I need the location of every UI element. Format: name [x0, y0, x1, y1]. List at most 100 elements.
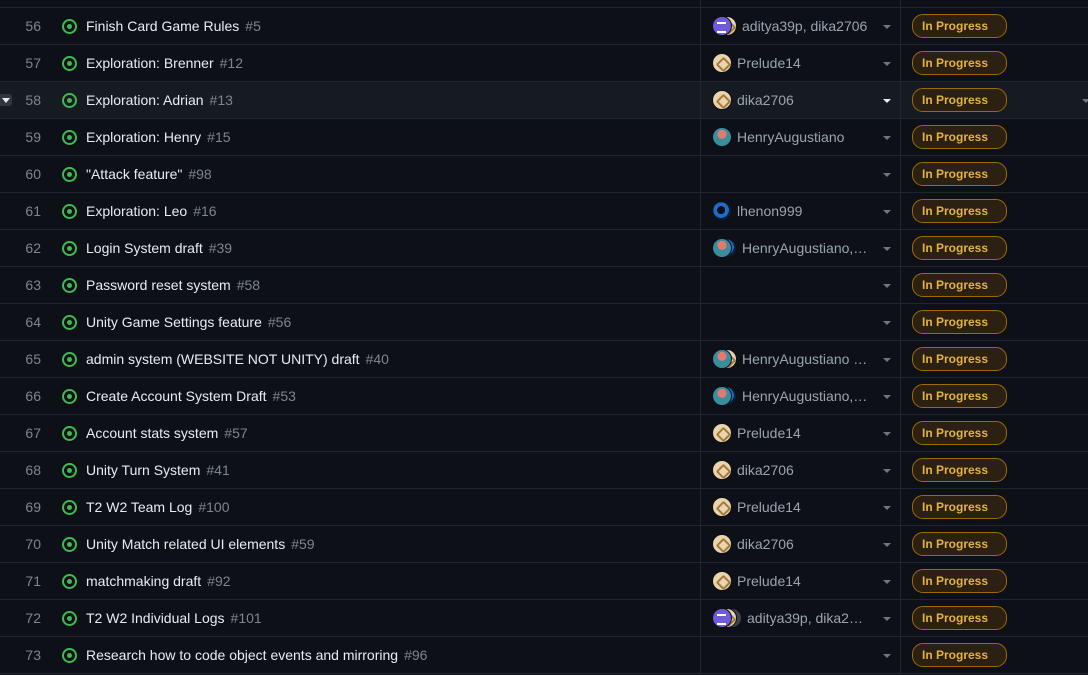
issue-title[interactable]: Unity Match related UI elements #59 [86, 526, 315, 562]
issue-title[interactable]: Exploration: Brenner #12 [86, 45, 243, 81]
status-badge[interactable]: In Progress [912, 14, 1007, 38]
chevron-down-icon[interactable] [883, 62, 891, 66]
assignees-cell[interactable]: Prelude14 [712, 489, 891, 525]
chevron-down-icon[interactable] [883, 210, 891, 214]
table-row[interactable]: 58 Exploration: Adrian #13 dika2706 In Progr… [0, 82, 1088, 119]
table-row[interactable]: 55 [0, 0, 1088, 8]
issue-title[interactable]: Research how to code object events and m… [86, 637, 427, 673]
chevron-down-icon[interactable] [883, 284, 891, 288]
table-row[interactable]: 68 Unity Turn System #41 dika2706 In Progres… [0, 452, 1088, 489]
issue-title-text[interactable]: Unity Match related UI elements [86, 536, 285, 552]
table-row[interactable]: 69 T2 W2 Team Log #100 Prelude14 In Progress [0, 489, 1088, 526]
status-badge[interactable]: In Progress [912, 199, 1007, 223]
assignees-cell[interactable] [712, 637, 891, 673]
issue-title-text[interactable]: Exploration: Leo [86, 203, 187, 219]
issue-title[interactable]: "Attack feature" #98 [86, 156, 212, 192]
assignees-cell[interactable]: aditya39p, dika2706 [712, 8, 891, 44]
status-badge[interactable]: In Progress [912, 458, 1007, 482]
chevron-down-icon[interactable] [883, 654, 891, 658]
status-badge[interactable]: In Progress [912, 51, 1007, 75]
issue-title-text[interactable]: Exploration: Henry [86, 129, 201, 145]
issue-title-text[interactable]: T2 W2 Individual Logs [86, 610, 225, 626]
issue-title[interactable]: Exploration: Adrian #13 [86, 82, 233, 118]
status-badge[interactable]: In Progress [912, 310, 1007, 334]
table-row[interactable]: 72 T2 W2 Individual Logs #101 aditya39p, di… [0, 600, 1088, 637]
issue-title[interactable]: Finish Card Game Rules #5 [86, 8, 261, 44]
issue-title-text[interactable]: Unity Game Settings feature [86, 314, 262, 330]
issue-title[interactable]: admin system (WEBSITE NOT UNITY) draft #4… [86, 341, 389, 377]
status-badge[interactable]: In Progress [912, 236, 1007, 260]
assignees-cell[interactable]: HenryAugustiano, lhenon999 [712, 230, 891, 266]
status-badge[interactable]: In Progress [912, 532, 1007, 556]
assignees-cell[interactable]: aditya39p, dika2706, Prelude14 [712, 600, 891, 636]
status-badge[interactable]: In Progress [912, 273, 1007, 297]
issue-title[interactable]: matchmaking draft #92 [86, 563, 231, 599]
issue-title-text[interactable]: Unity Turn System [86, 462, 200, 478]
assignees-cell[interactable]: Prelude14 [712, 45, 891, 81]
issue-title-text[interactable]: Finish Card Game Rules [86, 18, 239, 34]
issue-title-text[interactable]: Research how to code object events and m… [86, 647, 398, 663]
status-badge[interactable]: In Progress [912, 643, 1007, 667]
chevron-down-icon[interactable] [883, 358, 891, 362]
issue-title[interactable]: T2 W2 Team Log #100 [86, 489, 230, 525]
table-row[interactable]: 62 Login System draft #39 HenryAugustiano, … [0, 230, 1088, 267]
status-badge[interactable]: In Progress [912, 569, 1007, 593]
table-row[interactable]: 57 Exploration: Brenner #12 Prelude14 In Pro… [0, 45, 1088, 82]
status-badge[interactable]: In Progress [912, 347, 1007, 371]
chevron-down-icon[interactable] [883, 321, 891, 325]
status-badge[interactable]: In Progress [912, 88, 1007, 112]
status-badge[interactable]: In Progress [912, 495, 1007, 519]
issue-title-text[interactable]: admin system (WEBSITE NOT UNITY) draft [86, 351, 360, 367]
issue-title[interactable]: T2 W2 Individual Logs #101 [86, 600, 262, 636]
assignees-cell[interactable]: dika2706 [712, 526, 891, 562]
table-row[interactable]: 61 Exploration: Leo #16 lhenon999 In Progres… [0, 193, 1088, 230]
status-badge[interactable]: In Progress [912, 421, 1007, 445]
issue-title[interactable]: Unity Game Settings feature #56 [86, 304, 291, 340]
chevron-down-icon[interactable] [883, 506, 891, 510]
table-row[interactable]: 64 Unity Game Settings feature #56 In Progr… [0, 304, 1088, 341]
status-badge[interactable]: In Progress [912, 162, 1007, 186]
issue-title-text[interactable]: Exploration: Adrian [86, 92, 204, 108]
status-badge[interactable]: In Progress [912, 384, 1007, 408]
assignees-cell[interactable]: Prelude14 [712, 415, 891, 451]
chevron-down-icon[interactable] [883, 99, 891, 103]
chevron-down-icon[interactable] [883, 580, 891, 584]
status-badge[interactable]: In Progress [912, 125, 1007, 149]
chevron-down-icon[interactable] [883, 136, 891, 140]
issue-title-text[interactable]: Create Account System Draft [86, 388, 267, 404]
issue-title[interactable]: Password reset system #58 [86, 267, 260, 303]
issue-title[interactable]: Unity Turn System #41 [86, 452, 230, 488]
table-row[interactable]: 70 Unity Match related UI elements #59 dika… [0, 526, 1088, 563]
table-row[interactable]: 65 admin system (WEBSITE NOT UNITY) draft… [0, 341, 1088, 378]
table-row[interactable]: 60 "Attack feature" #98 In Progress [0, 156, 1088, 193]
issue-title[interactable]: Create Account System Draft #53 [86, 378, 296, 414]
chevron-down-icon[interactable] [883, 543, 891, 547]
issue-title-text[interactable]: T2 W2 Team Log [86, 499, 192, 515]
issue-title-text[interactable]: Password reset system [86, 277, 231, 293]
issue-title-text[interactable]: matchmaking draft [86, 573, 201, 589]
chevron-down-icon[interactable] [883, 395, 891, 399]
chevron-down-icon[interactable] [883, 25, 891, 29]
issue-title-text[interactable]: Account stats system [86, 425, 218, 441]
table-row[interactable]: 66 Create Account System Draft #53 HenryAug… [0, 378, 1088, 415]
assignees-cell[interactable]: lhenon999 [712, 193, 891, 229]
issue-title-text[interactable]: Exploration: Brenner [86, 55, 214, 71]
assignees-cell[interactable]: dika2706 [712, 82, 891, 118]
table-row[interactable]: 67 Account stats system #57 Prelude14 In Pro… [0, 415, 1088, 452]
assignees-cell[interactable] [712, 156, 891, 192]
assignees-cell[interactable]: HenryAugustiano [712, 119, 891, 155]
assignees-cell[interactable] [712, 267, 891, 303]
chevron-down-icon[interactable] [883, 173, 891, 177]
assignees-cell[interactable]: HenryAugustiano, lhenon999 [712, 378, 891, 414]
chevron-down-icon[interactable] [883, 617, 891, 621]
assignees-cell[interactable]: HenryAugustiano and Prelude14 [712, 341, 891, 377]
chevron-down-icon[interactable] [883, 432, 891, 436]
issue-title-text[interactable]: Login System draft [86, 240, 203, 256]
chevron-down-icon[interactable] [883, 469, 891, 473]
assignees-cell[interactable] [712, 304, 891, 340]
table-row[interactable]: 59 Exploration: Henry #15 HenryAugustiano In… [0, 119, 1088, 156]
table-row[interactable]: 63 Password reset system #58 In Progress [0, 267, 1088, 304]
issue-title[interactable]: Exploration: Henry #15 [86, 119, 231, 155]
issue-title[interactable]: Exploration: Leo #16 [86, 193, 217, 229]
issue-title[interactable]: Account stats system #57 [86, 415, 248, 451]
